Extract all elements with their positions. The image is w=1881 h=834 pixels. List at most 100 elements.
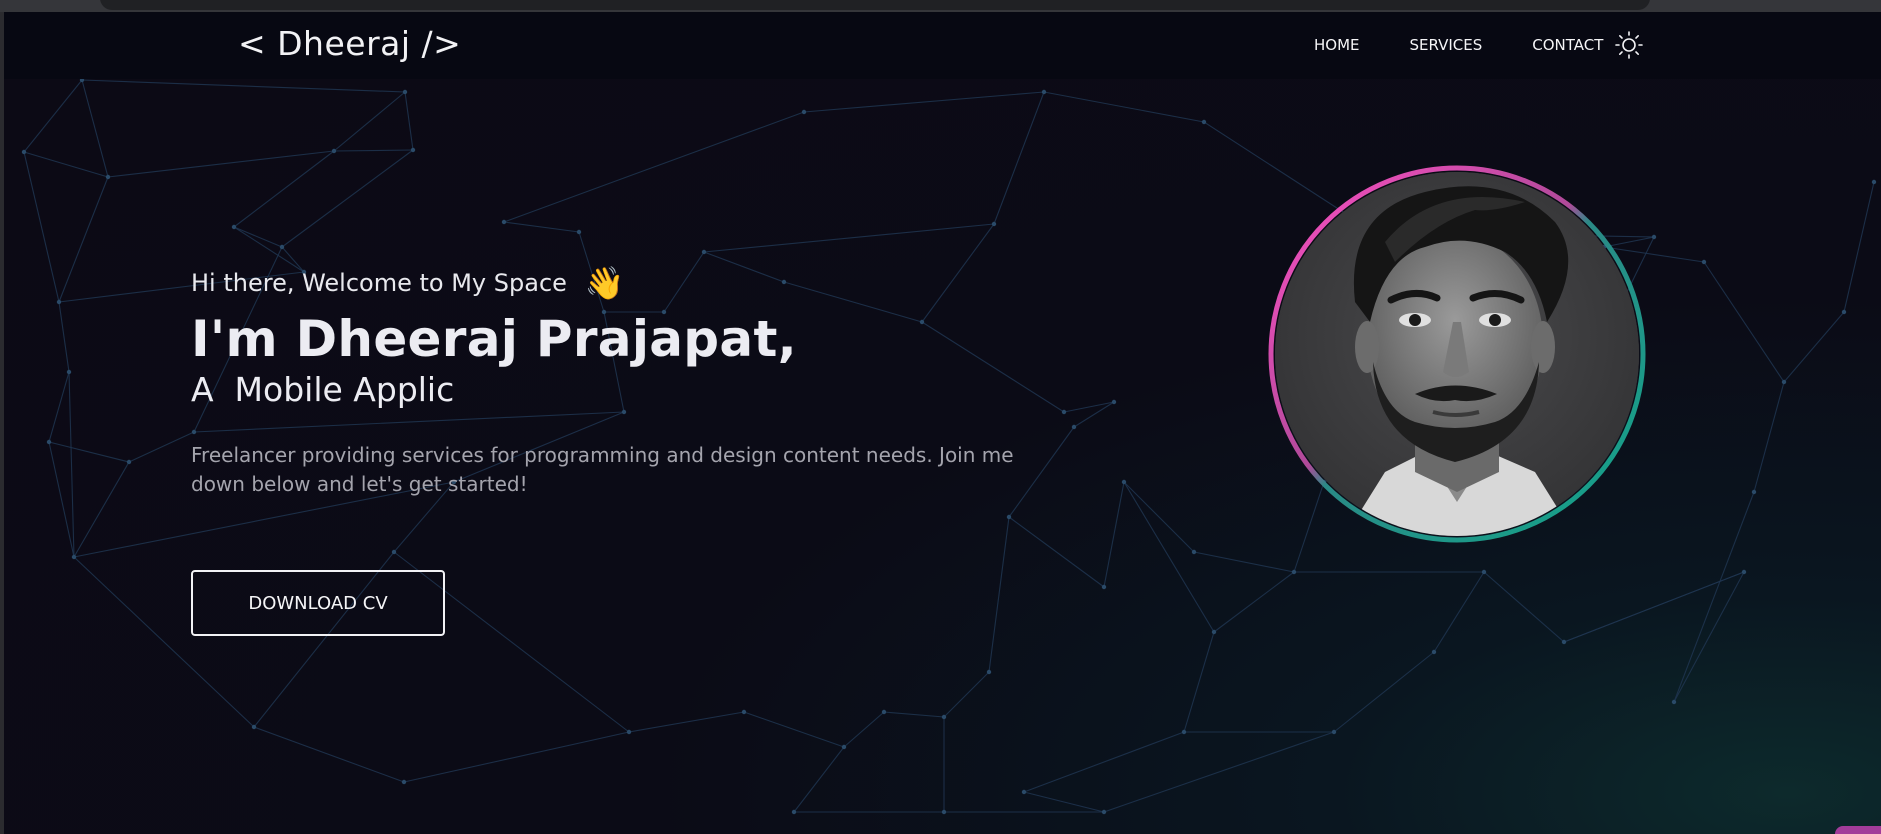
network-node (126, 459, 132, 465)
hero-description: Freelancer providing services for progra… (191, 443, 1014, 496)
network-node (401, 779, 407, 785)
network-node (1121, 479, 1127, 485)
network-node (331, 148, 337, 154)
network-node (231, 224, 237, 230)
network-line (743, 711, 845, 748)
network-line (803, 91, 1045, 113)
network-node (71, 554, 77, 560)
network-line (1103, 481, 1125, 588)
network-node (841, 744, 847, 750)
network-line (48, 371, 70, 443)
network-line (1183, 631, 1215, 733)
network-line (1673, 571, 1745, 703)
network-node (1751, 489, 1757, 495)
corner-badge (1835, 826, 1881, 834)
hero-text: Hi there, Welcome to My Space 👋 I'm Dhee… (191, 264, 1091, 499)
network-line (48, 441, 130, 463)
portrait-illustration (1275, 172, 1639, 536)
network-line (943, 671, 990, 718)
network-line (993, 91, 1045, 225)
network-line (333, 149, 414, 152)
network-node (1561, 639, 1567, 645)
download-cv-button[interactable]: DOWNLOAD CV (191, 570, 445, 636)
network-node (791, 809, 797, 815)
network-node (741, 709, 747, 715)
network-line (988, 516, 1010, 673)
nav-links: HOME SERVICES CONTACT (1314, 36, 1653, 54)
network-line (253, 726, 405, 783)
network-node (56, 299, 62, 305)
network-line (1023, 791, 1105, 813)
network-line (1563, 571, 1745, 643)
address-bar[interactable] (100, 0, 1650, 10)
network-node (1701, 259, 1707, 265)
network-line (1023, 731, 1185, 793)
network-node (501, 219, 507, 225)
network-node (66, 369, 72, 375)
sun-icon[interactable] (1614, 30, 1644, 60)
network-line (1703, 261, 1785, 383)
greeting: Hi there, Welcome to My Space 👋 (191, 264, 1091, 302)
browser-chrome (0, 0, 1881, 12)
network-line (628, 711, 745, 733)
network-line (58, 176, 109, 303)
network-line (233, 150, 335, 228)
network-line (793, 746, 845, 813)
network-node (1101, 809, 1107, 815)
network-line (403, 731, 630, 783)
nav-home[interactable]: HOME (1314, 36, 1360, 54)
network-line (1483, 571, 1565, 643)
network-line (68, 371, 75, 558)
nav-services[interactable]: SERVICES (1410, 36, 1483, 54)
network-node (410, 147, 416, 153)
network-node (1181, 729, 1187, 735)
network-node (1201, 119, 1207, 125)
network-node (1651, 234, 1657, 240)
network-node (1211, 629, 1217, 635)
network-line (1043, 91, 1205, 123)
network-node (105, 174, 111, 180)
network-line (81, 79, 109, 178)
network-line (503, 111, 805, 223)
network-line (1193, 551, 1295, 573)
network-line (843, 711, 885, 748)
network-node (986, 669, 992, 675)
network-line (1843, 181, 1875, 313)
network-node (279, 244, 285, 250)
network-line (23, 151, 109, 178)
nav-contact[interactable]: CONTACT (1532, 36, 1603, 54)
site-logo[interactable]: < Dheeraj /> (238, 24, 461, 63)
waving-hand-icon: 👋 (584, 264, 625, 302)
network-line (73, 461, 130, 558)
network-node (576, 229, 582, 235)
network-line (404, 91, 414, 151)
network-line (81, 79, 406, 93)
network-line (703, 223, 995, 253)
network-line (1673, 491, 1755, 703)
page-viewport: < Dheeraj /> HOME SERVICES CONTACT Hi th… (4, 12, 1881, 834)
network-node (991, 221, 997, 227)
network-line (503, 221, 580, 233)
network-node (402, 89, 408, 95)
network-node (1191, 549, 1197, 555)
network-node (46, 439, 52, 445)
network-node (1741, 569, 1747, 575)
network-line (48, 441, 75, 558)
network-node (1671, 699, 1677, 705)
navbar: < Dheeraj /> HOME SERVICES CONTACT (4, 12, 1881, 79)
network-node (1871, 179, 1877, 185)
network-node (1021, 789, 1027, 795)
network-node (1006, 514, 1012, 520)
network-node (1781, 379, 1787, 385)
network-node (1101, 584, 1107, 590)
network-line (1008, 516, 1105, 588)
network-node (1041, 89, 1047, 95)
network-line (128, 431, 195, 463)
network-line (1433, 571, 1485, 653)
hero-name: I'm Dheeraj Prajapat, (191, 310, 797, 368)
network-node (1841, 309, 1847, 315)
network-line (1783, 311, 1845, 383)
profile-photo (1268, 165, 1646, 543)
network-node (1431, 649, 1437, 655)
avatar (1275, 172, 1639, 536)
